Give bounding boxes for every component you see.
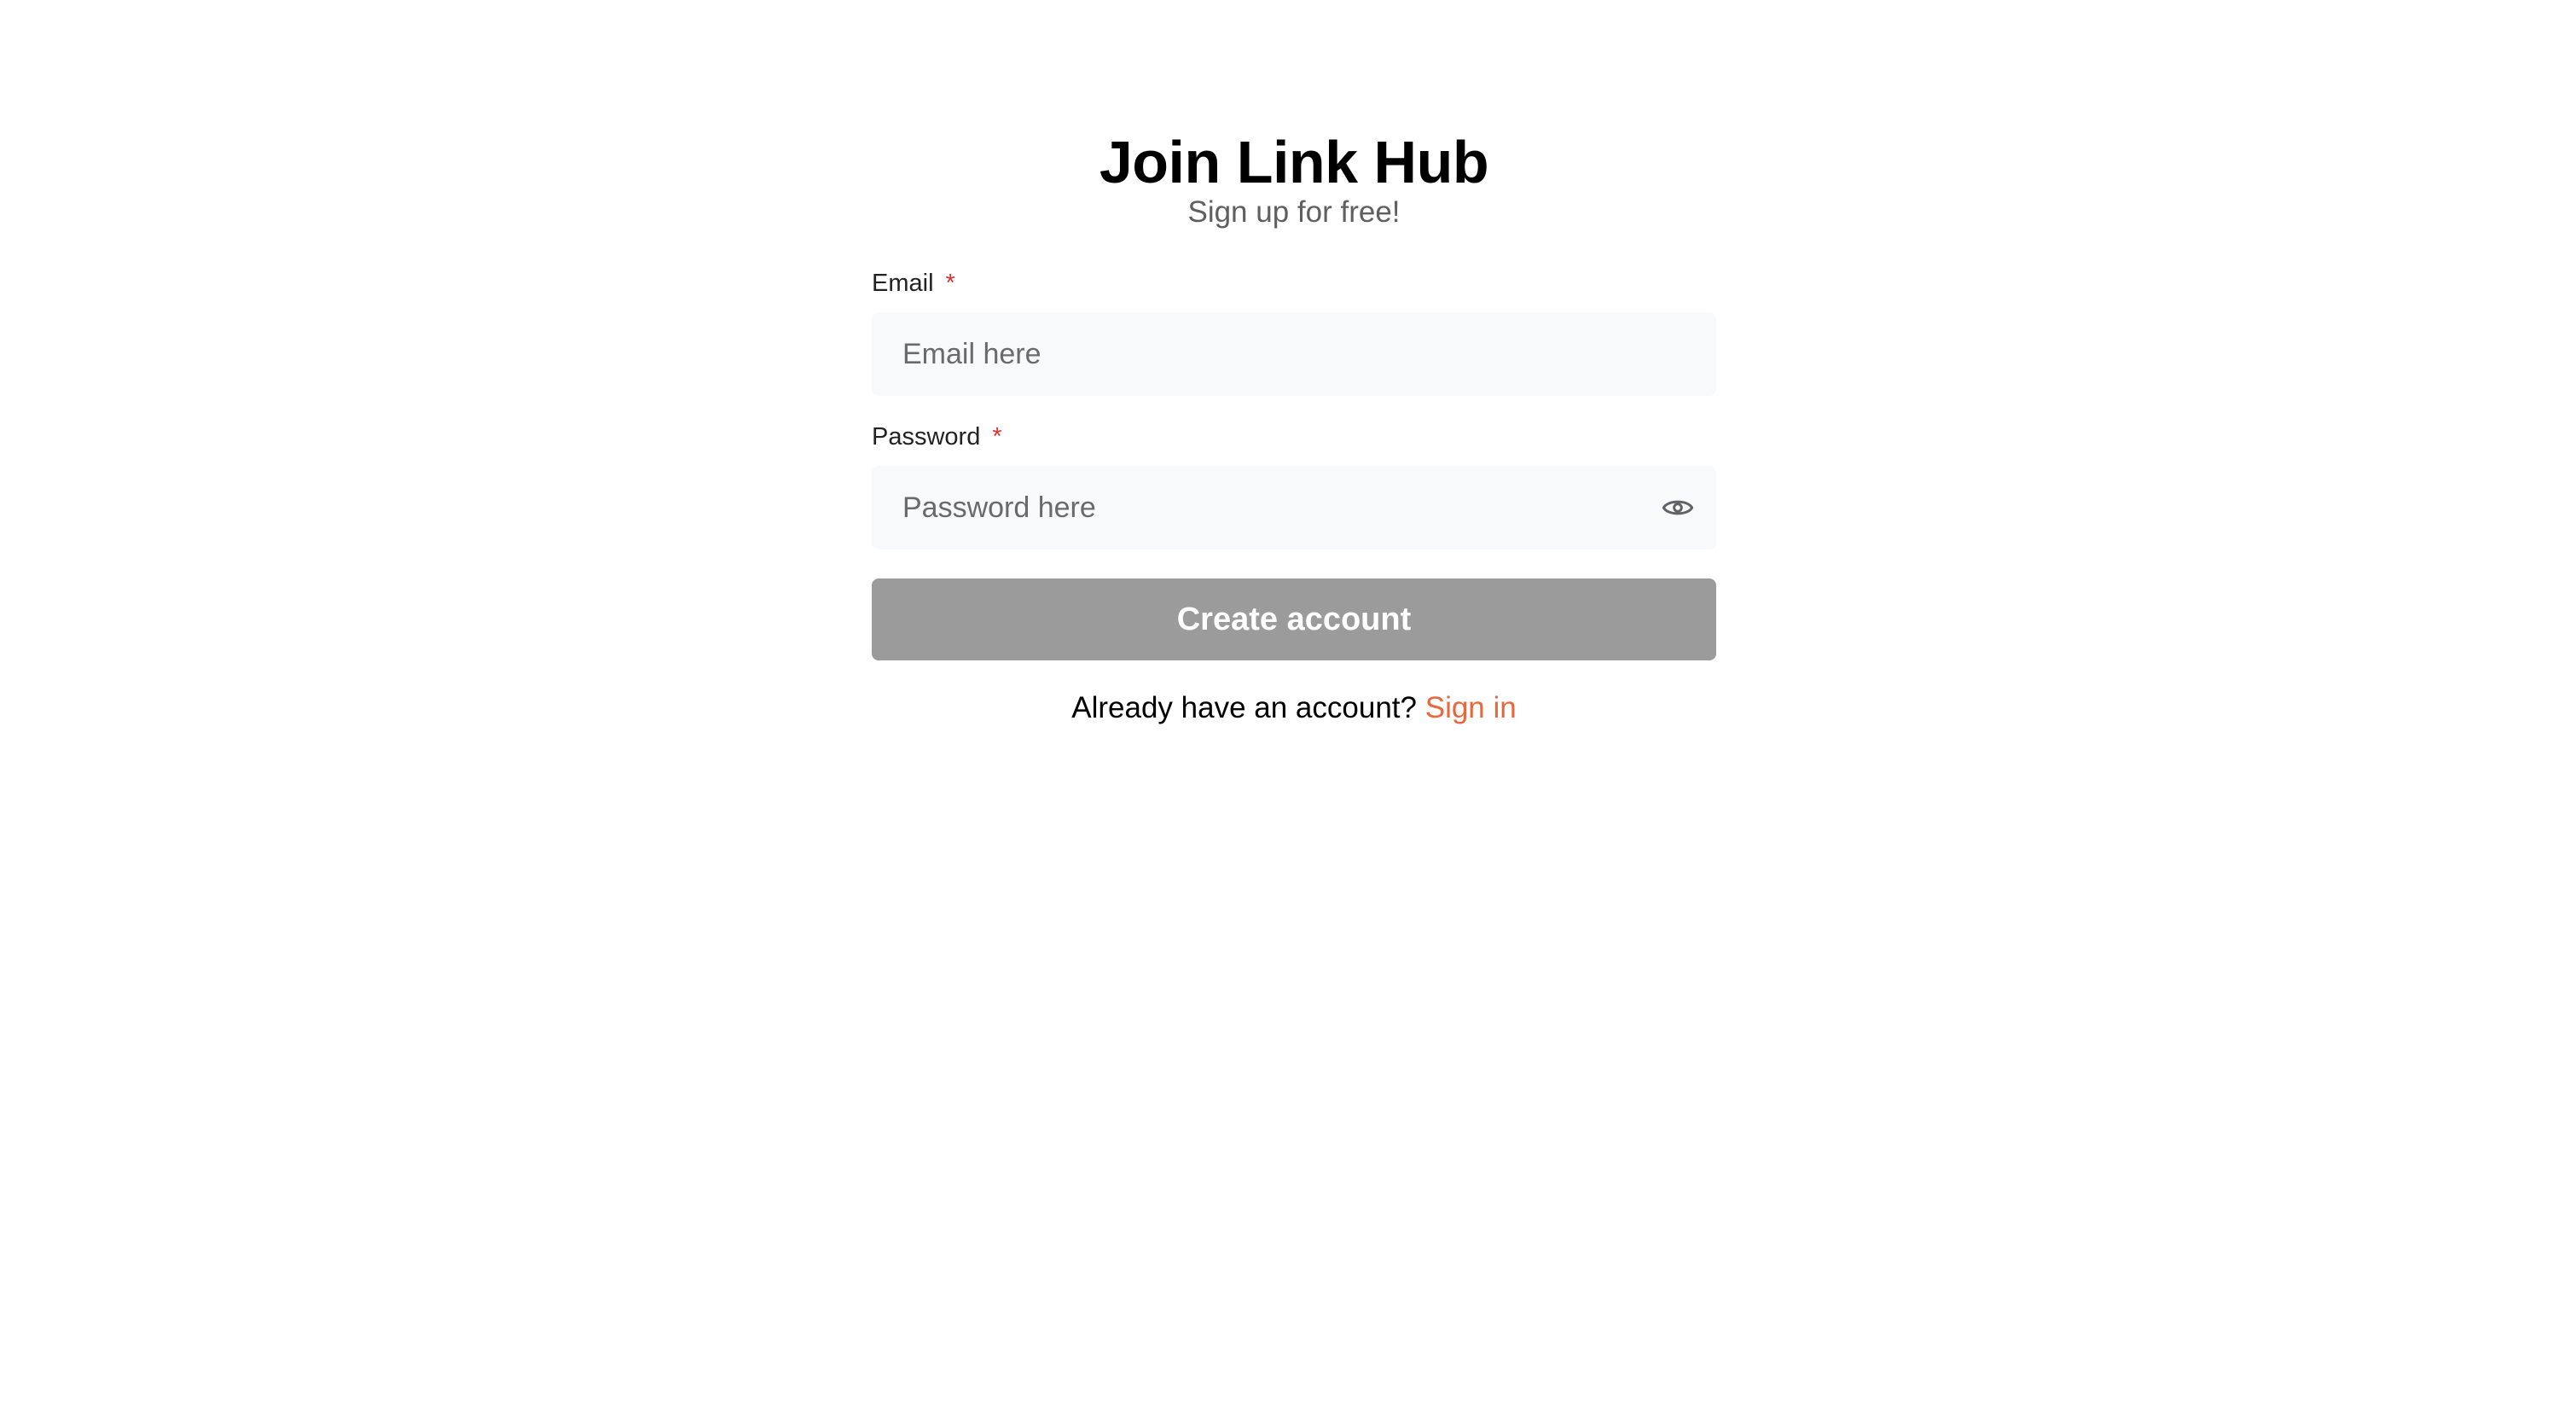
- page-title: Join Link Hub: [1099, 129, 1489, 195]
- signup-form: Join Link Hub Sign up for free! Email * …: [872, 128, 1716, 727]
- email-field[interactable]: [902, 312, 1716, 396]
- signin-prompt-row: Already have an account? Sign in: [872, 689, 1716, 727]
- email-label: Email: [872, 269, 934, 297]
- email-required-marker: *: [945, 269, 955, 297]
- password-field-container: [872, 466, 1716, 549]
- password-field[interactable]: [902, 466, 1716, 549]
- password-required-marker: *: [992, 422, 1002, 451]
- signup-page: Join Link Hub Sign up for free! Email * …: [0, 0, 2576, 1401]
- email-label-row: Email *: [872, 266, 1716, 300]
- email-field-container: [872, 312, 1716, 396]
- sign-in-link[interactable]: Sign in: [1425, 691, 1517, 724]
- signin-prompt-text: Already have an account?: [1071, 691, 1417, 724]
- password-label-row: Password *: [872, 420, 1716, 454]
- create-account-button[interactable]: Create account: [872, 578, 1716, 660]
- password-label: Password: [872, 422, 981, 451]
- eye-icon[interactable]: [1660, 490, 1696, 526]
- page-subtitle: Sign up for free!: [1187, 195, 1401, 229]
